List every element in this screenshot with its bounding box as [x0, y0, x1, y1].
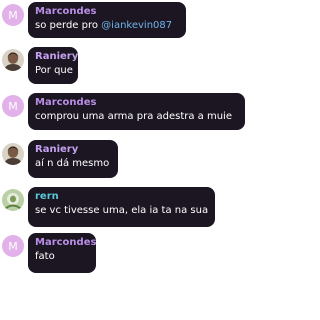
message-text: so perde pro @iankevin087 — [35, 18, 178, 33]
letter-avatar[interactable]: M — [2, 4, 24, 26]
author-name[interactable]: Raniery — [35, 143, 110, 156]
message-text: aí n dá mesmo — [35, 158, 110, 169]
author-name[interactable]: Marcondes — [35, 96, 237, 109]
user-photo-icon — [2, 189, 24, 211]
chat-message-list: M Marcondes so perde pro @iankevin087 Ra… — [0, 0, 246, 320]
message-bubble: rern se vc tivesse uma, ela ia ta na sua — [28, 187, 215, 227]
user-photo-avatar[interactable] — [2, 189, 24, 211]
message-bubble: Raniery aí n dá mesmo — [28, 140, 118, 178]
user-photo-icon — [2, 49, 24, 71]
user-photo-avatar[interactable] — [2, 143, 24, 165]
message-text: fato — [35, 251, 55, 262]
message-bubble: Marcondes comprou uma arma pra adestra a… — [28, 93, 245, 130]
message-bubble: Marcondes so perde pro @iankevin087 — [28, 2, 186, 38]
message-text: Por que — [35, 65, 73, 76]
message-text: comprou uma arma pra adestra a muie — [35, 111, 232, 122]
author-name[interactable]: Marcondes — [35, 5, 178, 18]
letter-avatar[interactable]: M — [2, 235, 24, 257]
user-photo-icon — [2, 143, 24, 165]
message-text-plain: so perde pro — [35, 20, 102, 31]
author-name[interactable]: Marcondes — [35, 236, 96, 249]
author-name[interactable]: rern — [35, 190, 207, 203]
mention-link[interactable]: @iankevin087 — [101, 20, 172, 31]
message-text: se vc tivesse uma, ela ia ta na sua — [35, 205, 209, 216]
letter-avatar[interactable]: M — [2, 95, 24, 117]
avatar-letter: M — [8, 8, 18, 22]
message-bubble: Marcondes fato — [28, 233, 96, 273]
author-name[interactable]: Raniery — [35, 50, 78, 63]
avatar-letter: M — [8, 99, 18, 113]
user-photo-avatar[interactable] — [2, 49, 24, 71]
avatar-letter: M — [8, 239, 18, 253]
message-bubble: Raniery Por que — [28, 47, 78, 84]
